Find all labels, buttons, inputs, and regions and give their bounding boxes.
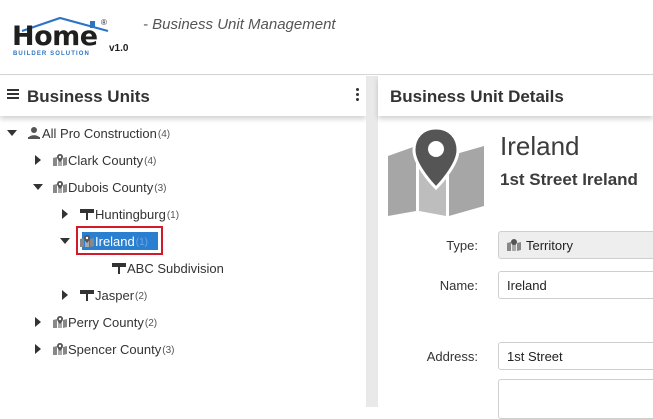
signpost-icon — [80, 289, 94, 301]
caret-right-icon[interactable] — [60, 209, 70, 219]
address-label: Address: — [426, 349, 478, 364]
logo-registered-mark: ® — [101, 18, 107, 27]
signpost-icon — [80, 208, 94, 220]
type-field: Territory — [498, 231, 653, 259]
caret-right-icon[interactable] — [60, 290, 70, 300]
tree-node-count: (4) — [144, 155, 157, 167]
panel-title: Business Unit Details — [390, 87, 564, 106]
tree-node[interactable]: Ireland (1) — [60, 231, 148, 251]
map-icon — [53, 316, 67, 328]
unit-name-heading: Ireland — [500, 131, 580, 161]
app-version: v1.0 — [109, 43, 129, 54]
tree-node-count: (1) — [135, 236, 148, 248]
name-input[interactable]: Ireland — [498, 271, 653, 299]
tree-node-label: Perry County — [68, 314, 144, 330]
tree-node[interactable]: Dubois County (3) — [33, 177, 167, 197]
logo-word: Home — [12, 21, 98, 52]
tree-node-count: (3) — [154, 182, 167, 194]
caret-down-icon[interactable] — [7, 128, 17, 138]
map-icon — [53, 343, 67, 355]
app-subtitle: - Business Unit Management — [143, 16, 336, 33]
unit-address-heading: 1st Street Ireland — [500, 170, 638, 189]
tree-node[interactable]: ABC Subdivision — [112, 258, 224, 278]
tree-node-count: (2) — [144, 317, 158, 329]
people-icon — [27, 127, 41, 139]
name-value: Ireland — [507, 277, 547, 293]
tree-node-count: (4) — [157, 128, 171, 140]
tree-node-label: Huntingburg — [95, 206, 166, 222]
address-line2-input[interactable] — [498, 379, 653, 419]
tree-node[interactable]: Huntingburg (1) — [60, 204, 179, 224]
tree-node[interactable]: Clark County (4) — [33, 150, 156, 170]
tree-node-label: Clark County — [68, 152, 144, 168]
business-unit-details-panel: Business Unit Details Ireland 1st Street… — [378, 76, 653, 419]
app-header: Home ® BUILDER SOLUTION v1.0 - Business … — [0, 0, 653, 75]
tree-node-label: Dubois County — [68, 179, 154, 195]
map-icon — [80, 235, 94, 247]
tree-node-count: (1) — [166, 209, 180, 221]
tree-node-label: Spencer County — [68, 341, 162, 357]
caret-right-icon[interactable] — [33, 344, 43, 354]
territory-icon — [507, 239, 521, 251]
tree-node-label: Jasper — [95, 287, 135, 303]
details-header: Business Unit Details — [378, 76, 653, 116]
caret-down-icon[interactable] — [33, 182, 43, 192]
logo-subtitle: BUILDER SOLUTION — [13, 51, 90, 57]
tree-node-label: ABC Subdivision — [127, 260, 224, 276]
tree-node[interactable]: Spencer County (3) — [33, 339, 174, 359]
panel-title: Business Units — [27, 87, 150, 106]
tree-node-count: (2) — [135, 290, 148, 302]
tree-node-label: All Pro Construction — [42, 125, 157, 141]
name-label: Name: — [439, 278, 478, 293]
more-options-icon[interactable] — [356, 88, 360, 102]
map-icon — [53, 181, 67, 193]
type-value: Territory — [526, 237, 573, 253]
type-label: Type: — [446, 238, 478, 253]
caret-right-icon[interactable] — [33, 317, 43, 327]
business-units-header: Business Units — [0, 76, 366, 116]
signpost-icon — [112, 262, 126, 274]
tree-node-count: (3) — [162, 344, 175, 356]
caret-down-icon[interactable] — [60, 236, 70, 246]
tree-node[interactable]: All Pro Construction (4) — [7, 123, 170, 143]
hamburger-menu-icon[interactable] — [7, 89, 19, 99]
panel-splitter[interactable] — [366, 76, 378, 407]
tree-node[interactable]: Perry County (2) — [33, 312, 157, 332]
address-input[interactable]: 1st Street — [498, 342, 653, 370]
map-icon — [53, 154, 67, 166]
tree-node-label: Ireland — [95, 233, 135, 249]
address-value: 1st Street — [507, 348, 563, 364]
home-builder-logo: Home ® BUILDER SOLUTION v1.0 — [12, 17, 137, 62]
territory-map-icon — [388, 126, 484, 216]
caret-right-icon[interactable] — [33, 155, 43, 165]
tree-node[interactable]: Jasper (2) — [60, 285, 147, 305]
